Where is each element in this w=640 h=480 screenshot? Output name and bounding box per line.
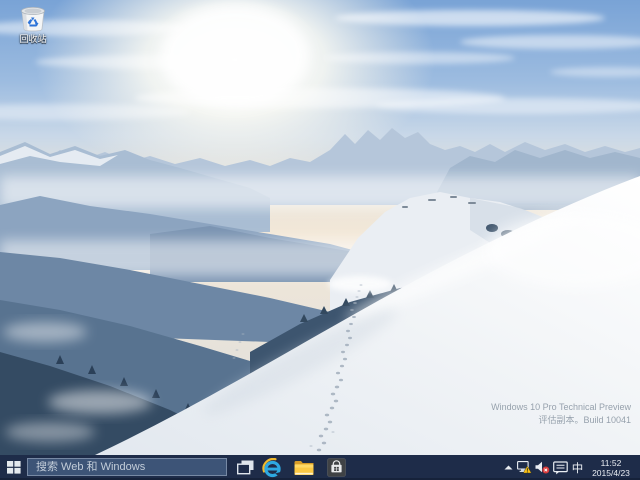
internet-explorer-button[interactable] <box>258 455 286 480</box>
internet-explorer-icon <box>262 458 283 478</box>
task-view-button[interactable] <box>232 455 258 480</box>
taskbar-clock[interactable]: 11:52 2015/4/23 <box>586 455 636 480</box>
desktop: 回收站 Windows 10 Pro Technical Preview 评估副… <box>0 0 640 455</box>
windows-logo-icon <box>7 461 21 474</box>
system-tray: 中 11:52 2015/4/23 <box>502 455 640 480</box>
show-hidden-icons-button[interactable] <box>502 455 515 480</box>
file-explorer-button[interactable] <box>290 455 318 480</box>
wallpaper-image <box>0 0 640 455</box>
search-input[interactable] <box>28 461 226 473</box>
build-watermark: Windows 10 Pro Technical Preview 评估副本。Bu… <box>491 401 631 427</box>
windows-store-button[interactable] <box>322 455 350 480</box>
task-view-icon <box>237 460 254 475</box>
volume-error-icon <box>535 461 550 474</box>
volume-status-button[interactable] <box>533 455 551 480</box>
network-warning-icon <box>517 461 532 474</box>
recycle-bin-label: 回收站 <box>10 34 56 45</box>
language-indicator[interactable]: 中 <box>569 455 586 480</box>
watermark-line1: Windows 10 Pro Technical Preview <box>491 401 631 414</box>
recycle-bin-icon <box>17 3 49 33</box>
recycle-bin[interactable]: 回收站 <box>10 3 56 45</box>
taskbar-search-box <box>27 458 227 476</box>
network-status-button[interactable] <box>515 455 533 480</box>
action-center-button[interactable] <box>551 455 569 480</box>
start-button[interactable] <box>0 455 27 480</box>
clock-time: 11:52 <box>592 458 630 468</box>
chevron-up-icon <box>504 465 513 470</box>
taskbar: 中 11:52 2015/4/23 <box>0 455 640 480</box>
windows-store-icon <box>327 458 346 477</box>
action-center-icon <box>553 461 568 475</box>
file-explorer-icon <box>294 460 314 476</box>
clock-date: 2015/4/23 <box>592 468 630 478</box>
watermark-line2: 评估副本。Build 10041 <box>491 414 631 427</box>
